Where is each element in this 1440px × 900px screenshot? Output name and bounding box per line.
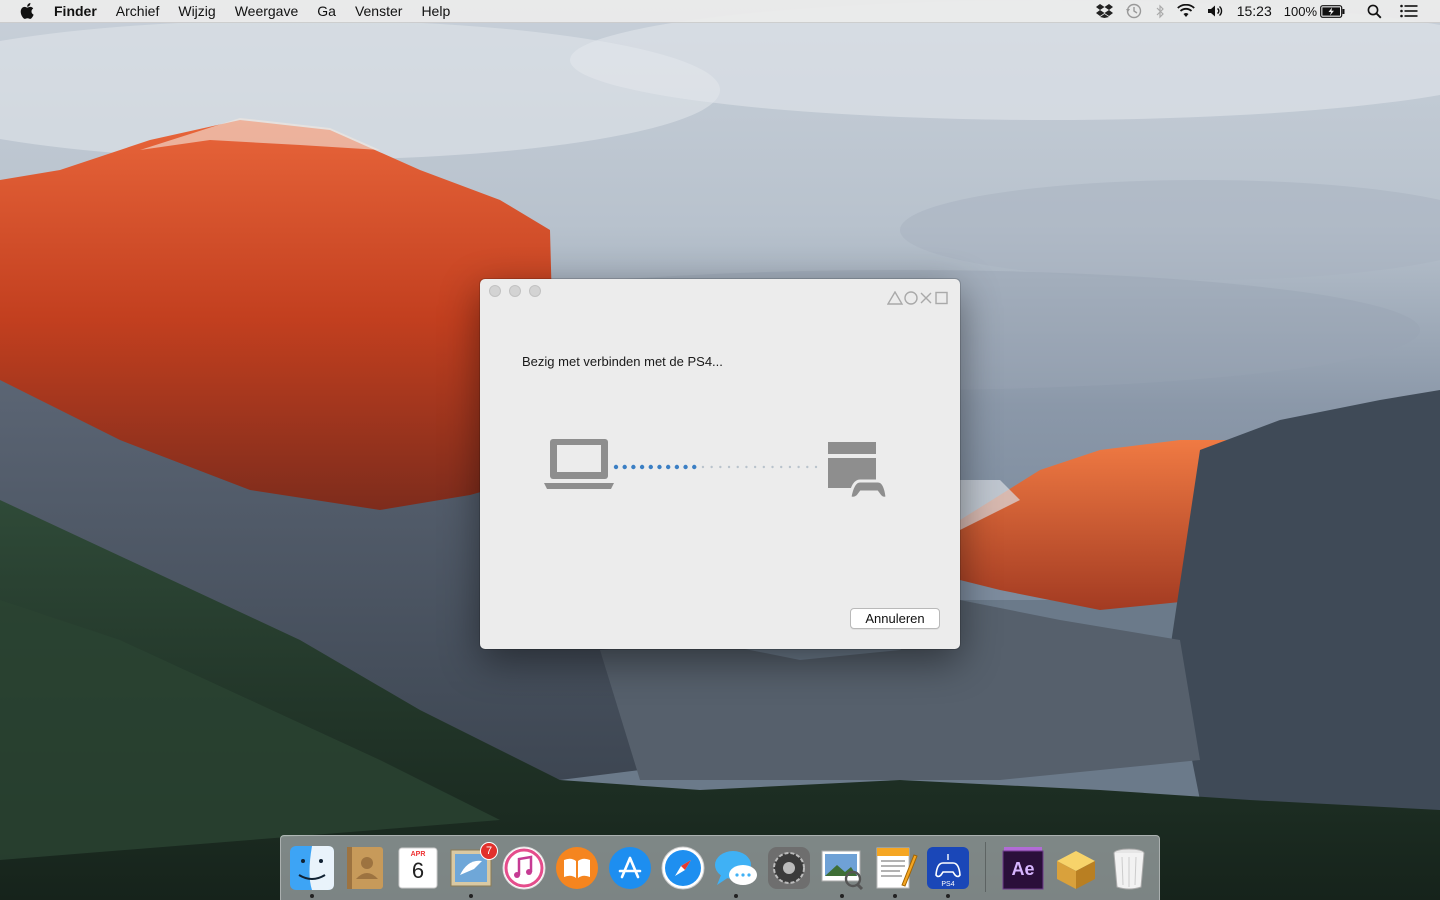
bluetooth-icon[interactable] [1155, 4, 1165, 19]
dock-trash-icon[interactable] [1106, 845, 1152, 891]
progress-dot-inactive [762, 465, 766, 469]
battery-percentage[interactable]: 100% [1284, 4, 1317, 19]
calendar-month: APR [410, 851, 426, 858]
progress-dot-inactive [797, 465, 800, 469]
menu-wijzig[interactable]: Wijzig [178, 3, 215, 19]
dock-archive-icon[interactable] [1053, 845, 1099, 891]
spotlight-icon[interactable] [1367, 4, 1382, 19]
dock: APR 6 7 PS4 Ae [280, 835, 1160, 900]
dock-after-effects-icon[interactable]: Ae [1000, 845, 1046, 891]
status-menus: 15:23 100% [1095, 0, 1418, 22]
battery-icon[interactable] [1320, 4, 1345, 18]
progress-dots [613, 464, 818, 470]
progress-dot-active [657, 464, 662, 470]
wifi-icon[interactable] [1176, 4, 1195, 18]
window-controls [489, 285, 541, 297]
progress-dot-inactive [701, 465, 705, 469]
progress-dot-active [674, 464, 680, 470]
close-button[interactable] [489, 285, 501, 297]
ps4-app-label: PS4 [941, 881, 955, 888]
progress-dot-active [613, 464, 619, 470]
progress-dot-inactive [814, 465, 818, 469]
running-indicator [469, 894, 473, 898]
connection-status-text: Bezig met verbinden met de PS4... [522, 354, 723, 369]
dock-ibooks-icon[interactable] [554, 845, 600, 891]
connection-illustration [544, 437, 889, 512]
dock-finder-icon[interactable] [289, 845, 335, 891]
progress-dot-inactive [771, 465, 774, 469]
dock-safari-icon[interactable] [660, 845, 706, 891]
progress-dot-inactive [788, 465, 792, 469]
progress-dot-inactive [806, 465, 809, 469]
laptop-icon [544, 439, 614, 489]
time-machine-icon[interactable] [1125, 3, 1143, 19]
progress-dot-active [683, 464, 688, 470]
dock-mail-icon[interactable]: 7 [448, 842, 498, 891]
running-indicator [893, 894, 897, 898]
progress-dot-active [648, 464, 653, 470]
running-indicator [946, 894, 950, 898]
minimize-button[interactable] [509, 285, 521, 297]
menu-help[interactable]: Help [421, 3, 450, 19]
progress-dot-inactive [753, 465, 757, 469]
dock-pages-icon[interactable] [872, 845, 918, 891]
menu-venster[interactable]: Venster [355, 3, 402, 19]
clock[interactable]: 15:23 [1237, 3, 1272, 19]
notification-center-icon[interactable] [1400, 4, 1418, 18]
volume-icon[interactable] [1207, 4, 1225, 18]
dock-app-store-icon[interactable] [607, 845, 653, 891]
after-effects-label: Ae [1011, 859, 1035, 879]
progress-dot-inactive [736, 465, 739, 469]
progress-dot-active [692, 464, 697, 470]
menu-archief[interactable]: Archief [116, 3, 160, 19]
mail-unread-badge: 7 [480, 842, 498, 860]
dock-ps4-remote-play-icon[interactable]: PS4 [925, 845, 971, 891]
progress-dot-inactive [719, 465, 722, 469]
dock-preview-icon[interactable] [819, 845, 865, 891]
dropbox-icon[interactable] [1095, 4, 1113, 18]
menu-weergave[interactable]: Weergave [235, 3, 299, 19]
progress-dot-active [639, 464, 645, 470]
ps4-console-icon [828, 442, 889, 500]
running-indicator [840, 894, 844, 898]
running-indicator [734, 894, 738, 898]
progress-dot-inactive [745, 465, 748, 469]
progress-dot-active [622, 464, 627, 470]
zoom-button[interactable] [529, 285, 541, 297]
progress-dot-active [665, 464, 671, 470]
running-indicator [310, 894, 314, 898]
menu-bar: Finder Archief Wijzig Weergave Ga Venste… [0, 0, 1440, 23]
dock-contacts-icon[interactable] [342, 845, 388, 891]
dock-calendar-icon[interactable]: APR 6 [395, 845, 441, 891]
progress-dot-inactive [780, 465, 783, 469]
apple-menu-icon[interactable] [20, 3, 38, 19]
dock-itunes-icon[interactable] [501, 845, 547, 891]
calendar-day: 6 [411, 858, 425, 883]
app-menu-finder[interactable]: Finder [54, 3, 97, 19]
cancel-button[interactable]: Annuleren [850, 608, 940, 629]
ps4-remote-play-window: Bezig met verbinden met de PS4... Annule… [480, 279, 960, 649]
menu-ga[interactable]: Ga [317, 3, 336, 19]
dock-messages-icon[interactable] [713, 845, 759, 891]
dock-system-preferences-icon[interactable] [766, 845, 812, 891]
dock-separator [985, 842, 986, 892]
progress-dot-inactive [710, 465, 713, 469]
playstation-symbols-icon [886, 290, 949, 310]
progress-dot-active [631, 464, 636, 470]
progress-dot-inactive [727, 465, 731, 469]
